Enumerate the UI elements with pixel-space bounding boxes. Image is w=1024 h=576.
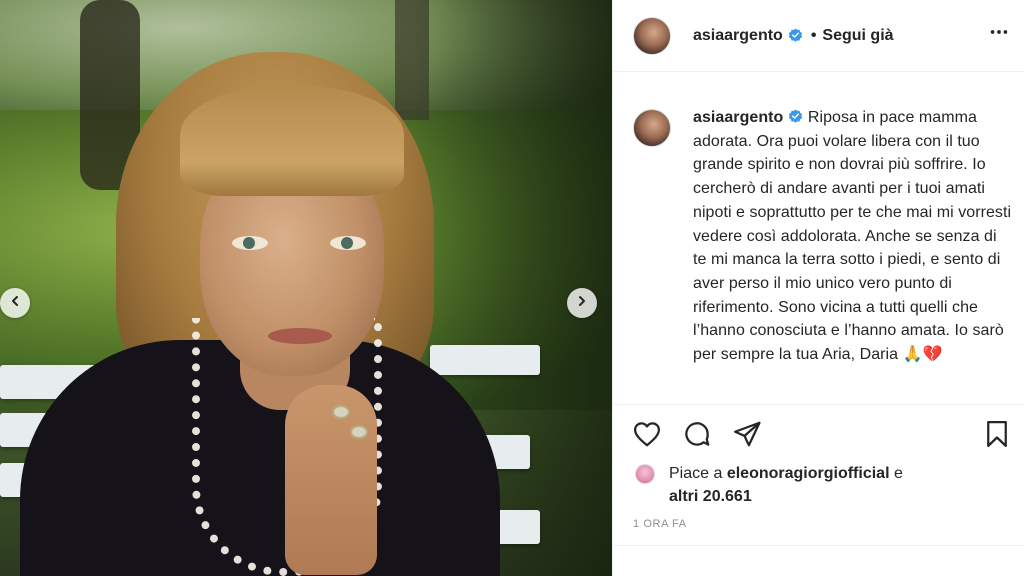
verified-badge-icon (788, 108, 803, 123)
heart-icon (632, 419, 662, 454)
bench-plank (430, 345, 540, 375)
more-options-button[interactable] (987, 22, 1011, 46)
caption-message: Riposa in pace mamma adorata. Ora puoi v… (693, 109, 1012, 364)
likes-text: Piace a eleonoragiorgiofficial e altri 2… (669, 462, 903, 508)
comment-icon (682, 419, 712, 454)
chevron-right-icon (576, 294, 588, 312)
divider (613, 404, 1024, 405)
post-side-panel: asiaargento • Segui già asiaargento Ripo… (612, 0, 1024, 576)
liker-username[interactable]: eleonoragiorgiofficial (727, 465, 890, 482)
caption: asiaargento Riposa in pace mamma adorata… (633, 106, 1013, 367)
eye (330, 236, 366, 250)
separator-dot: • (810, 26, 817, 44)
post-actions (631, 420, 1013, 452)
caption-username[interactable]: asiaargento (693, 109, 783, 126)
chevron-left-icon (9, 294, 21, 312)
hand (285, 385, 377, 575)
fringe (180, 86, 404, 196)
save-button[interactable] (981, 420, 1013, 452)
ring (350, 425, 368, 439)
avatar[interactable] (633, 16, 671, 55)
follow-button[interactable]: Segui già (822, 27, 893, 45)
verified-badge-icon (788, 28, 803, 43)
likes-conjunction: e (893, 465, 903, 482)
post-timestamp[interactable]: 1 ORA FA (633, 518, 687, 530)
avatar[interactable] (633, 109, 671, 147)
like-button[interactable] (631, 420, 663, 452)
ring (332, 405, 350, 419)
comment-button[interactable] (681, 420, 713, 452)
next-photo-button[interactable] (567, 288, 597, 318)
post-header: asiaargento • Segui già (613, 0, 1024, 72)
likes-prefix: Piace a (669, 465, 723, 482)
likes-summary: Piace a eleonoragiorgiofficial e altri 2… (635, 462, 903, 508)
previous-photo-button[interactable] (0, 288, 30, 318)
header-username[interactable]: asiaargento (693, 27, 783, 45)
divider (613, 545, 1024, 546)
bookmark-icon (982, 419, 1012, 454)
post-photo (0, 0, 612, 576)
caption-body: asiaargento Riposa in pace mamma adorata… (693, 106, 1013, 367)
share-button[interactable] (731, 420, 763, 452)
more-options-icon (988, 21, 1010, 48)
share-icon (732, 419, 762, 454)
other-likes-link[interactable]: altri 20.661 (669, 488, 752, 505)
liker-avatar[interactable] (635, 464, 655, 484)
eye (232, 236, 268, 250)
